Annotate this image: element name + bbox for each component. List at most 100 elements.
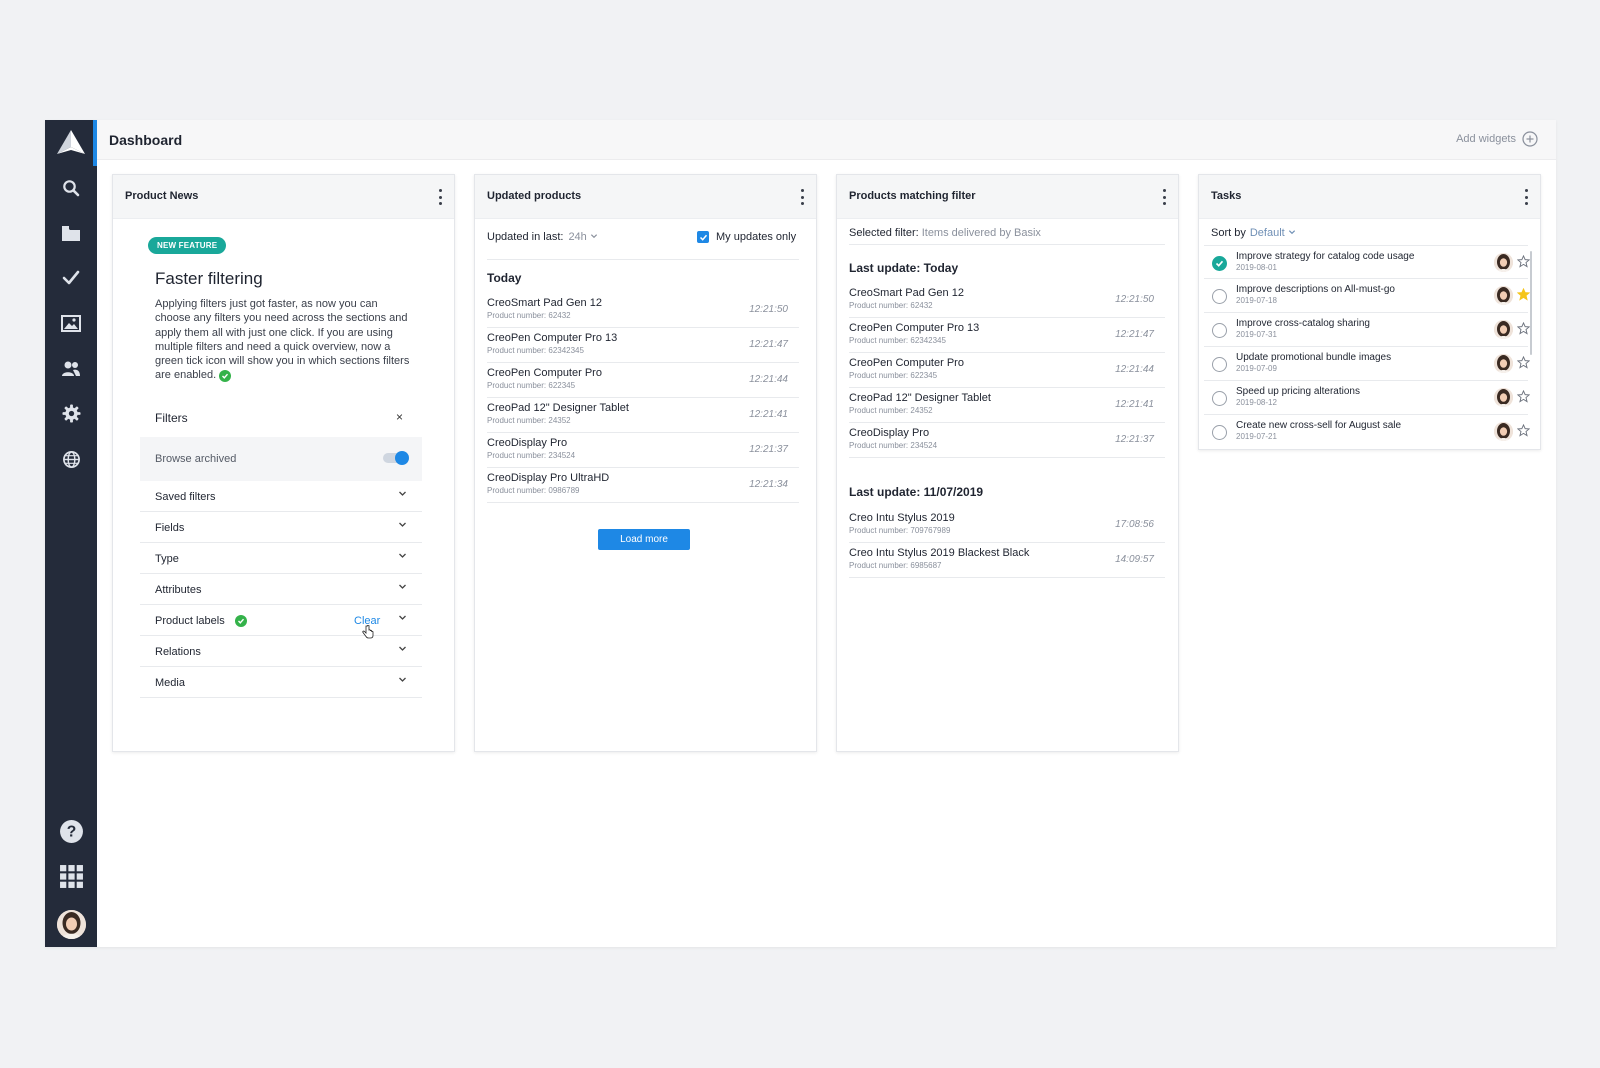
updated-in-last-value: 24h [568,231,587,243]
chevron-down-icon [398,644,407,656]
chevron-down-icon [398,520,407,532]
task-checkbox[interactable] [1212,357,1227,372]
task-row[interactable]: Improve descriptions on All-must-go 2019… [1204,279,1530,313]
apps-grid-icon[interactable] [58,863,84,889]
load-more-button[interactable]: Load more [598,529,690,550]
star-icon[interactable] [1517,356,1530,369]
browse-archived-toggle[interactable] [383,451,409,465]
filters-title: Filters [155,411,188,425]
user-avatar[interactable] [57,910,86,939]
star-icon[interactable] [1517,255,1530,268]
product-news-widget: Product News NEW FEATURE Faster filterin… [112,174,455,752]
product-time: 12:21:34 [749,479,788,490]
product-time: 12:21:50 [1115,294,1154,305]
task-row[interactable]: Improve strategy for catalog code usage … [1204,245,1530,279]
sidebar: ? [45,120,97,947]
product-name: Creo Intu Stylus 2019 Blackest Black [849,547,1030,559]
filter-item-attributes[interactable]: Attributes [140,574,422,605]
assignee-avatar [1494,320,1513,339]
product-name: CreoSmart Pad Gen 12 [487,297,602,309]
task-row[interactable]: Update promotional bundle images 2019-07… [1204,347,1530,381]
task-row[interactable]: Create new cross-sell for August sale 20… [1204,415,1530,449]
news-body-text: Applying filters just got faster, as now… [155,298,410,382]
product-row[interactable]: CreoPad 12" Designer Tablet Product numb… [849,388,1165,423]
product-row[interactable]: CreoPen Computer Pro 13 Product number: … [849,318,1165,353]
gear-icon[interactable] [58,400,84,426]
filter-item-media[interactable]: Media [140,667,422,698]
plus-circle-icon [1522,131,1538,147]
search-icon[interactable] [58,175,84,201]
sort-by: Sort by Default [1211,227,1296,239]
globe-icon[interactable] [58,446,84,472]
product-row[interactable]: CreoSmart Pad Gen 12 Product number: 624… [487,293,799,328]
more-options-icon[interactable] [1160,187,1168,207]
divider [849,244,1165,245]
section-heading: Last update: Today [849,261,959,275]
product-time: 12:21:47 [1115,329,1154,340]
folder-icon[interactable] [58,220,84,246]
star-icon[interactable] [1517,322,1530,335]
header: Dashboard Add widgets [97,120,1556,160]
product-row[interactable]: CreoSmart Pad Gen 12 Product number: 624… [849,283,1165,318]
logo[interactable] [45,120,97,166]
my-updates-only-checkbox[interactable] [697,231,709,243]
product-row[interactable]: Creo Intu Stylus 2019 Blackest Black Pro… [849,543,1165,578]
product-row[interactable]: CreoPad 12" Designer Tablet Product numb… [487,398,799,433]
help-icon[interactable]: ? [58,818,84,844]
star-filled-icon[interactable] [1517,288,1530,301]
widget-header: Updated products [475,175,816,219]
product-number: Product number: 62432 [487,311,571,320]
task-checkbox[interactable] [1212,425,1227,440]
product-name: Creo Intu Stylus 2019 [849,512,955,524]
updated-in-last-dropdown[interactable]: 24h [568,231,597,243]
task-row[interactable]: Speed up pricing alterations 2019-08-12 [1204,381,1530,415]
star-icon[interactable] [1517,390,1530,403]
product-row[interactable]: CreoDisplay Pro UltraHD Product number: … [487,468,799,503]
scrollbar[interactable] [1530,251,1532,355]
product-name: CreoPen Computer Pro [487,367,602,379]
product-time: 12:21:37 [1115,434,1154,445]
close-icon[interactable]: × [396,410,403,424]
filter-label: Relations [155,646,201,658]
image-icon[interactable] [58,310,84,336]
users-icon[interactable] [58,355,84,381]
more-options-icon[interactable] [1522,187,1530,207]
filter-item-fields[interactable]: Fields [140,512,422,543]
filter-item-saved-filters[interactable]: Saved filters [140,481,422,512]
checkmark-icon [1215,260,1224,267]
sort-by-dropdown[interactable]: Default [1250,227,1296,239]
task-title: Improve cross-catalog sharing [1236,318,1370,329]
add-widgets-button[interactable]: Add widgets [1456,131,1538,147]
star-icon[interactable] [1517,424,1530,437]
product-time: 12:21:44 [749,374,788,385]
browse-archived-row: Browse archived [140,437,422,481]
task-checkbox[interactable] [1212,323,1227,338]
product-name: CreoPad 12" Designer Tablet [849,392,991,404]
task-date: 2019-07-09 [1236,364,1277,373]
product-row[interactable]: CreoPen Computer Pro 13 Product number: … [487,328,799,363]
chevron-down-icon [398,582,407,594]
filter-item-type[interactable]: Type [140,543,422,574]
task-done-checkbox[interactable] [1212,256,1227,271]
section-heading-today: Today [487,271,522,285]
product-row[interactable]: CreoPen Computer Pro Product number: 622… [487,363,799,398]
product-row[interactable]: Creo Intu Stylus 2019 Product number: 70… [849,508,1165,543]
more-options-icon[interactable] [436,187,444,207]
product-row[interactable]: CreoDisplay Pro Product number: 234524 1… [487,433,799,468]
task-row[interactable]: Improve cross-catalog sharing 2019-07-31 [1204,313,1530,347]
checkmark-icon[interactable] [58,265,84,291]
widget-title: Updated products [487,190,582,202]
task-title: Create new cross-sell for August sale [1236,420,1402,431]
filter-item-relations[interactable]: Relations [140,636,422,667]
filter-item-product-labels[interactable]: Product labels Clear [140,605,422,639]
product-name: CreoSmart Pad Gen 12 [849,287,964,299]
svg-text:?: ? [66,823,76,840]
product-row[interactable]: CreoDisplay Pro Product number: 234524 1… [849,423,1165,458]
toggle-knob [395,451,409,465]
more-options-icon[interactable] [798,187,806,207]
task-checkbox[interactable] [1212,289,1227,304]
widget-title: Tasks [1211,190,1242,202]
product-number: Product number: 622345 [849,371,938,380]
task-checkbox[interactable] [1212,391,1227,406]
product-row[interactable]: CreoPen Computer Pro Product number: 622… [849,353,1165,388]
